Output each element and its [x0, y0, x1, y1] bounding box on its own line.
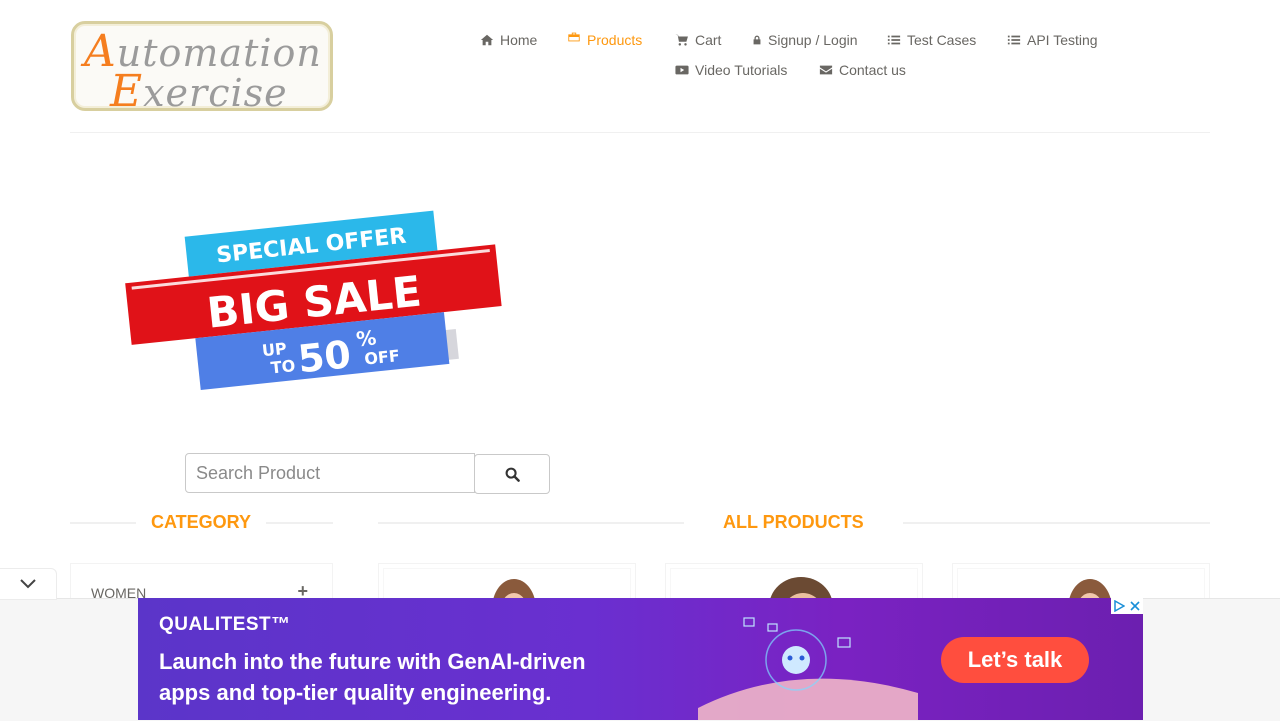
- close-icon[interactable]: [1127, 598, 1143, 614]
- ad-copy: Launch into the future with GenAI-driven…: [159, 649, 586, 705]
- briefcase-icon: [568, 32, 580, 42]
- adchoices-icon[interactable]: [1111, 598, 1127, 614]
- site-logo[interactable]: Automation Exercise: [71, 21, 333, 117]
- nav-signup-login[interactable]: Signup / Login: [752, 32, 858, 48]
- nav-contact-us[interactable]: Contact us: [819, 62, 906, 78]
- nav-cart[interactable]: Cart: [675, 32, 721, 48]
- youtube-play-icon: [675, 65, 689, 75]
- nav-test-cases-label: Test Cases: [907, 32, 977, 48]
- nav-cart-label: Cart: [695, 32, 722, 48]
- ad-brand: QUALITEST™: [159, 614, 291, 635]
- nav-home-label: Home: [500, 32, 538, 48]
- header-divider: [70, 132, 1210, 133]
- advertisement-banner[interactable]: QUALITEST™ Launch into the future with G…: [138, 598, 1143, 720]
- all-products-title: All Products: [723, 512, 864, 532]
- search-button[interactable]: [474, 454, 550, 494]
- category-title: Category: [151, 512, 252, 532]
- ad-illustration: [698, 617, 918, 720]
- search-product-input[interactable]: [185, 453, 475, 493]
- lock-icon: [753, 35, 761, 45]
- category-rule-left: [70, 522, 136, 524]
- sale-banner: SPECIAL OFFER BIG SALE UP TO 50 % OFF: [125, 210, 502, 390]
- envelope-icon: [819, 65, 833, 75]
- banner-percent: 50: [296, 332, 353, 381]
- chevron-down-icon: [20, 579, 36, 589]
- products-rule-right: [903, 522, 1210, 524]
- nav-api-testing-label: API Testing: [1027, 32, 1098, 48]
- list-icon: [887, 35, 901, 45]
- category-rule-right: [266, 522, 333, 524]
- nav-api-testing[interactable]: API Testing: [1007, 32, 1098, 48]
- products-rule-left: [378, 522, 684, 524]
- nav-video-tutorials[interactable]: Video Tutorials: [675, 62, 787, 78]
- nav-home[interactable]: Home: [480, 32, 537, 48]
- nav-signup-login-label: Signup / Login: [768, 32, 858, 48]
- nav-products[interactable]: Products: [567, 32, 642, 48]
- banner-off: OFF: [363, 346, 400, 369]
- banner-percent-sign: %: [355, 325, 377, 351]
- banner-to: TO: [270, 356, 296, 377]
- nav-test-cases[interactable]: Test Cases: [887, 32, 976, 48]
- logo-line-2: Exercise: [110, 66, 288, 117]
- nav-video-tutorials-label: Video Tutorials: [695, 62, 788, 78]
- list-icon: [1007, 35, 1021, 45]
- ad-collapse-button[interactable]: [0, 568, 57, 600]
- search-icon: [505, 467, 520, 482]
- lets-talk-button[interactable]: Let’s talk: [941, 637, 1089, 683]
- cart-icon: [675, 34, 688, 46]
- nav-products-label: Products: [587, 32, 643, 48]
- nav-contact-us-label: Contact us: [839, 62, 906, 78]
- home-icon: [480, 34, 494, 46]
